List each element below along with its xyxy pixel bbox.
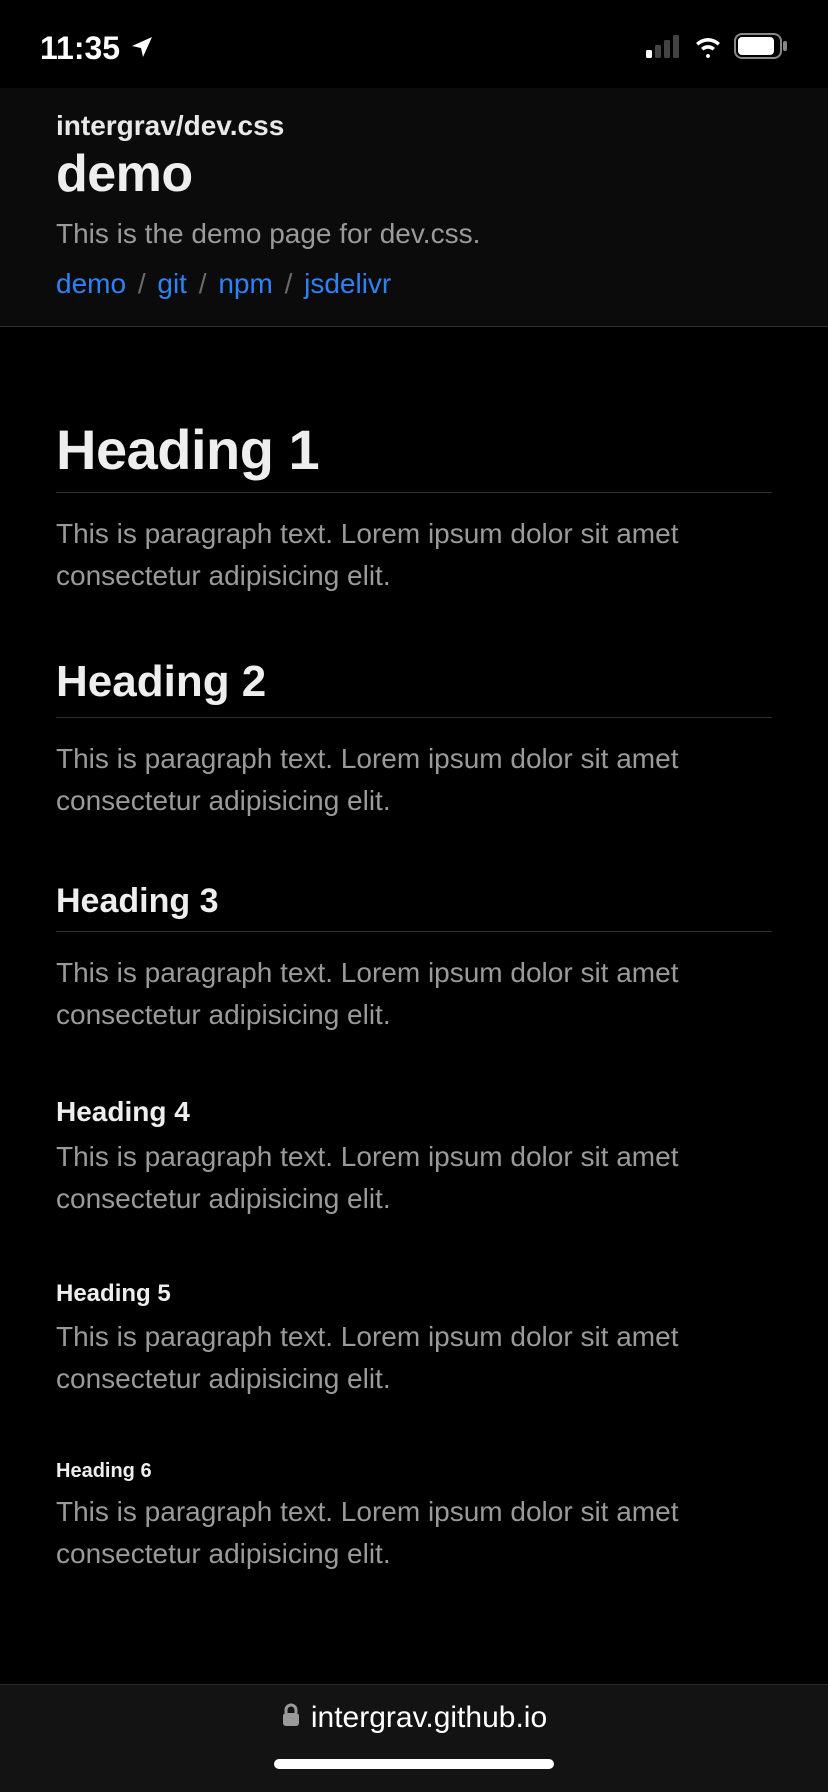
heading-section-4: Heading 4 This is paragraph text. Lorem … xyxy=(56,1096,772,1220)
heading-section-1: Heading 1 This is paragraph text. Lorem … xyxy=(56,417,772,597)
paragraph-text: This is paragraph text. Lorem ipsum dolo… xyxy=(56,952,772,1036)
location-arrow-icon xyxy=(130,30,154,67)
lock-icon xyxy=(281,1701,301,1735)
main-content: Heading 1 This is paragraph text. Lorem … xyxy=(0,327,828,1655)
nav-link-npm[interactable]: npm xyxy=(218,268,272,299)
paragraph-text: This is paragraph text. Lorem ipsum dolo… xyxy=(56,1491,772,1575)
nav-link-demo[interactable]: demo xyxy=(56,268,126,299)
paragraph-text: This is paragraph text. Lorem ipsum dolo… xyxy=(56,1316,772,1400)
heading-section-3: Heading 3 This is paragraph text. Lorem … xyxy=(56,882,772,1036)
header-description: This is the demo page for dev.css. xyxy=(56,218,772,250)
battery-icon xyxy=(734,33,788,64)
url-domain: intergrav.github.io xyxy=(311,1701,547,1735)
paragraph-text: This is paragraph text. Lorem ipsum dolo… xyxy=(56,1136,772,1220)
header-nav: demo / git / npm / jsdelivr xyxy=(56,268,772,300)
heading-section-6: Heading 6 This is paragraph text. Lorem … xyxy=(56,1460,772,1575)
heading-section-5: Heading 5 This is paragraph text. Lorem … xyxy=(56,1280,772,1400)
heading-4: Heading 4 xyxy=(56,1096,772,1128)
heading-5: Heading 5 xyxy=(56,1280,772,1308)
paragraph-text: This is paragraph text. Lorem ipsum dolo… xyxy=(56,738,772,822)
nav-link-jsdelivr[interactable]: jsdelivr xyxy=(304,268,391,299)
heading-section-2: Heading 2 This is paragraph text. Lorem … xyxy=(56,657,772,822)
heading-3: Heading 3 xyxy=(56,882,772,932)
status-bar: 11:35 xyxy=(0,0,828,88)
nav-separator: / xyxy=(285,268,293,299)
url-text: intergrav.github.io xyxy=(281,1701,547,1735)
signal-icon xyxy=(646,34,682,63)
status-time: 11:35 xyxy=(40,30,120,67)
wifi-icon xyxy=(692,34,724,63)
status-bar-left: 11:35 xyxy=(40,30,154,67)
nav-separator: / xyxy=(138,268,146,299)
heading-6: Heading 6 xyxy=(56,1460,772,1483)
heading-2: Heading 2 xyxy=(56,657,772,718)
browser-url-bar[interactable]: intergrav.github.io xyxy=(0,1684,828,1792)
paragraph-text: This is paragraph text. Lorem ipsum dolo… xyxy=(56,513,772,597)
home-indicator[interactable] xyxy=(274,1759,554,1769)
page-header: intergrav/dev.css demo This is the demo … xyxy=(0,88,828,327)
header-subtitle: intergrav/dev.css xyxy=(56,110,772,142)
header-title: demo xyxy=(56,144,772,204)
nav-separator: / xyxy=(199,268,207,299)
nav-link-git[interactable]: git xyxy=(157,268,187,299)
status-bar-right xyxy=(646,33,788,64)
heading-1: Heading 1 xyxy=(56,417,772,493)
